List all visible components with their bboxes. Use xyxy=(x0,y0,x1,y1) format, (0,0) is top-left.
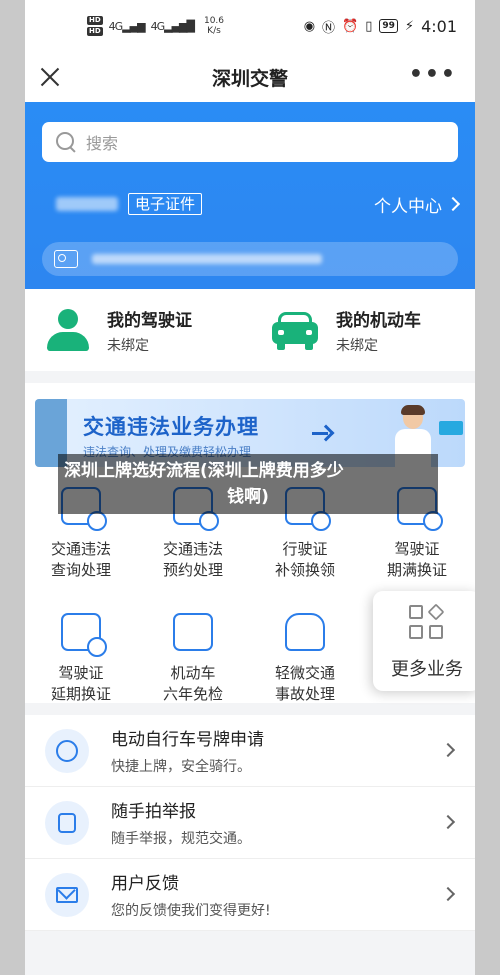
service-label: 交通违法 预约处理 xyxy=(162,540,223,579)
feature-list: 电动自行车号牌申请 快捷上牌，安全骑行。 随手拍举报 随手举报，规范交通。 用户… xyxy=(25,715,475,931)
clock: 4:01 xyxy=(421,16,457,36)
chevron-right-icon xyxy=(440,886,456,902)
status-left: HD HD 4G▂▄▆ 4G▂▄▆█ 10.6 K/s xyxy=(87,16,224,36)
service-minor-accident[interactable]: 轻微交通 事故处理 xyxy=(249,595,361,707)
speed-value: 10.6 xyxy=(203,16,225,26)
search-placeholder: 搜索 xyxy=(86,134,119,153)
hd-badge: HD xyxy=(87,16,103,25)
more-services-button[interactable]: 更多业务 xyxy=(373,591,475,691)
list-item[interactable]: 随手拍举报 随手举报，规范交通。 xyxy=(25,787,475,859)
ecert-button[interactable]: 电子证件 xyxy=(128,193,203,215)
card-status: 未绑定 xyxy=(107,337,149,354)
list-item[interactable]: 电动自行车号牌申请 快捷上牌，安全骑行。 xyxy=(25,715,475,787)
license-extension-icon xyxy=(61,613,107,657)
speed-unit: K/s xyxy=(207,26,221,36)
network-speed: 10.6 K/s xyxy=(204,16,224,36)
service-label: 机动车 六年免检 xyxy=(162,664,223,703)
more-services-label: 更多业务 xyxy=(391,659,463,680)
apps-grid-icon xyxy=(409,603,445,641)
charging-icon: ⚡ xyxy=(404,18,415,34)
ebike-plate-icon xyxy=(45,728,89,773)
header-panel: 搜索 电子证件 个人中心 xyxy=(25,102,475,289)
service-label: 驾驶证 期满换证 xyxy=(386,540,447,579)
status-bar: HD HD 4G▂▄▆ 4G▂▄▆█ 10.6 K/s ◉ Ⓝ ⏰ ▯ 99 ⚡… xyxy=(25,0,475,52)
blurred-username xyxy=(56,197,118,211)
overlay-line: 钱啊) xyxy=(227,487,269,507)
search-input[interactable]: 搜索 xyxy=(42,122,458,162)
close-icon[interactable] xyxy=(39,66,61,88)
signal-icon: 4G▂▄▆ xyxy=(108,19,146,33)
hd-badges: HD HD xyxy=(87,16,103,36)
list-item[interactable]: 用户反馈 您的反馈使我们变得更好! xyxy=(25,859,475,931)
id-bar[interactable] xyxy=(42,242,458,276)
binding-cards: 我的驾驶证 未绑定 我的机动车 未绑定 xyxy=(25,289,475,371)
service-label: 交通违法 查询处理 xyxy=(50,540,111,579)
network-type: 4G xyxy=(108,19,123,33)
vehicle-card[interactable]: 我的机动车 未绑定 xyxy=(250,289,475,371)
person-icon xyxy=(47,309,89,351)
services-section: 交通违法业务办理 违法查询、处理及缴费轻松办理 交通违法 查询处理 交通违法 预约处… xyxy=(25,383,475,703)
page-title: 深圳交警 xyxy=(211,67,288,90)
exempt-badge-icon xyxy=(173,613,213,651)
blurred-id-number xyxy=(92,254,322,264)
more-options-icon[interactable]: ••• xyxy=(409,64,457,86)
article-overlay-title: 深圳上牌选好流程(深圳上牌费用多少 钱啊) xyxy=(58,454,438,514)
id-card-icon xyxy=(54,250,78,268)
card-title: 我的驾驶证 xyxy=(107,310,192,331)
list-item-subtitle: 快捷上牌，安全骑行。 xyxy=(111,759,251,775)
list-item-subtitle: 您的反馈使我们变得更好! xyxy=(111,903,271,919)
battery-icon: 99 xyxy=(379,19,398,33)
card-title: 我的机动车 xyxy=(336,310,421,331)
list-item-title: 电动自行车号牌申请 xyxy=(111,730,264,750)
car-icon xyxy=(272,310,318,350)
card-status: 未绑定 xyxy=(336,337,378,354)
personal-center-link[interactable]: 个人中心 xyxy=(374,192,461,217)
hd-badge: HD xyxy=(87,27,103,36)
chevron-right-icon xyxy=(440,742,456,758)
chevron-right-icon xyxy=(445,196,461,212)
overlay-line: 深圳上牌选好流程(深圳上牌费用多少 xyxy=(64,461,344,481)
car-accident-icon xyxy=(285,613,325,651)
alarm-icon: ⏰ xyxy=(342,18,359,34)
sign-illustration xyxy=(439,421,463,435)
user-row: 电子证件 个人中心 xyxy=(42,192,461,217)
service-inspection-exempt[interactable]: 机动车 六年免检 xyxy=(137,595,249,707)
list-item-title: 随手拍举报 xyxy=(111,802,196,822)
personal-center-label: 个人中心 xyxy=(374,196,442,217)
report-icon xyxy=(45,800,89,845)
list-item-title: 用户反馈 xyxy=(111,874,179,894)
list-item-subtitle: 随手举报，规范交通。 xyxy=(111,831,251,847)
network-type: 4G xyxy=(150,19,165,33)
title-bar: 深圳交警 ••• xyxy=(25,52,475,102)
status-right: ◉ Ⓝ ⏰ ▯ 99 ⚡ 4:01 xyxy=(304,17,457,36)
mail-icon xyxy=(45,872,89,917)
chevron-right-icon xyxy=(440,814,456,830)
signal-icon: 4G▂▄▆█ xyxy=(150,19,195,33)
nfc-icon: Ⓝ xyxy=(322,20,336,36)
drivers-license-card[interactable]: 我的驾驶证 未绑定 xyxy=(25,289,250,371)
eye-icon: ◉ xyxy=(303,18,316,34)
search-icon xyxy=(56,132,76,152)
service-label: 驾驶证 延期换证 xyxy=(50,664,111,703)
service-label: 行驶证 补领换领 xyxy=(274,540,335,579)
arrow-right-icon xyxy=(312,423,332,443)
service-label: 轻微交通 事故处理 xyxy=(274,664,335,703)
vibrate-icon: ▯ xyxy=(365,18,373,34)
banner-title: 交通违法业务办理 xyxy=(83,415,259,439)
service-license-extension[interactable]: 驾驶证 延期换证 xyxy=(25,595,137,707)
